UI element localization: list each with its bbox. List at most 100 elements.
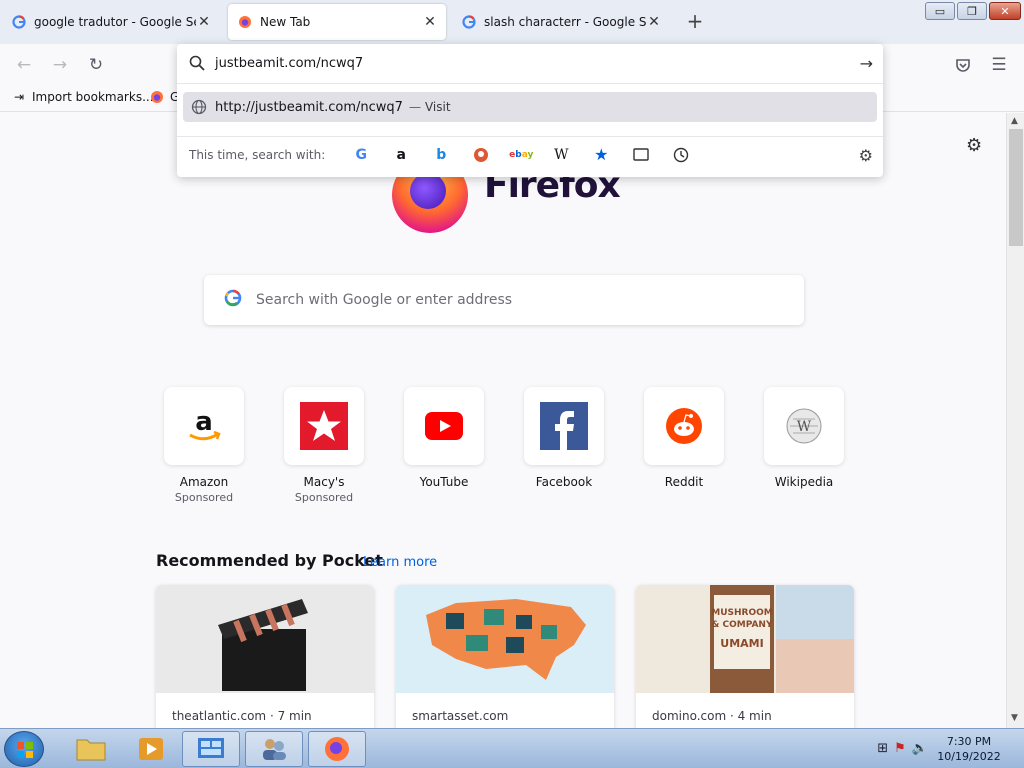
bing-icon[interactable]: b <box>421 142 461 168</box>
new-tab-page: ⚙ Firefox Search with Google or enter ad… <box>0 113 1006 728</box>
engines-label: This time, search with: <box>189 147 326 162</box>
story-source: smartasset.com <box>412 709 509 723</box>
google-g-icon <box>462 15 476 29</box>
reddit-logo-icon <box>644 387 724 465</box>
tab-title: slash characterr - Google Search <box>484 15 646 29</box>
volume-icon[interactable]: 🔈 <box>912 741 928 756</box>
windows-taskbar: ⊞ ⚑ 🔈 7:30 PM 10/19/2022 <box>0 728 1024 768</box>
go-arrow-icon[interactable]: → <box>860 54 873 73</box>
reload-icon[interactable]: ↻ <box>85 54 107 76</box>
history-icon[interactable] <box>661 142 701 168</box>
globe-icon <box>191 99 207 115</box>
close-tab-icon[interactable]: ✕ <box>196 14 212 30</box>
scrollbar-thumb[interactable] <box>1009 129 1023 246</box>
pocket-save-icon[interactable] <box>952 54 974 76</box>
tab-slash-characterr[interactable]: slash characterr - Google Search ✕ <box>452 4 670 40</box>
youtube-logo-icon <box>404 387 484 465</box>
top-site-amazon[interactable]: a Amazon Sponsored <box>164 387 244 504</box>
top-site-facebook[interactable]: Facebook <box>524 387 604 489</box>
import-bookmarks-label: Import bookmarks... <box>32 90 154 104</box>
users-icon[interactable] <box>245 731 303 767</box>
forward-arrow-icon[interactable]: → <box>49 54 71 76</box>
svg-text:MUSHROOM: MUSHROOM <box>711 608 773 618</box>
urlbar-result-visit[interactable]: http://justbeamit.com/ncwq7 — Visit <box>183 92 877 122</box>
clock-date: 10/19/2022 <box>937 750 1001 763</box>
import-bookmarks-item[interactable]: ⇥ Import bookmarks... <box>12 90 154 104</box>
network-icon[interactable]: ⊞ <box>877 741 888 756</box>
minimize-button[interactable]: ▭ <box>925 2 955 20</box>
clock-time: 7:30 PM <box>946 735 992 748</box>
newtab-search-box[interactable]: Search with Google or enter address <box>204 275 804 325</box>
menu-hamburger-icon[interactable]: ☰ <box>988 54 1010 76</box>
personalize-gear-icon[interactable]: ⚙ <box>966 135 982 156</box>
top-site-name: Amazon <box>179 475 229 489</box>
top-site-name: YouTube <box>419 475 469 489</box>
result-separator: — <box>408 100 421 114</box>
maximize-button[interactable]: ❐ <box>957 2 987 20</box>
story-source: theatlantic.com · 7 min <box>172 709 312 723</box>
top-site-youtube[interactable]: YouTube <box>404 387 484 489</box>
tab-new-tab[interactable]: New Tab ✕ <box>228 4 446 40</box>
wikipedia-icon[interactable]: W <box>541 142 581 168</box>
top-site-wikipedia[interactable]: W Wikipedia <box>764 387 844 489</box>
search-icon <box>189 55 205 71</box>
top-site-macys[interactable]: Macy's Sponsored <box>284 387 364 504</box>
svg-text:& COMPANY: & COMPANY <box>712 620 773 630</box>
new-tab-plus-icon[interactable]: + <box>684 9 706 33</box>
story-image-seasoning-jar: MUSHROOM & COMPANY UMAMI <box>636 585 854 693</box>
tab-title: google tradutor - Google Search <box>34 15 196 29</box>
google-g-icon <box>224 289 242 312</box>
import-icon: ⇥ <box>13 90 25 104</box>
one-off-search-engines: This time, search with: G a b ebay W ★ ⚙ <box>177 136 883 172</box>
duckduckgo-icon[interactable] <box>461 142 501 168</box>
scroll-up-arrow-icon[interactable]: ▲ <box>1011 116 1018 126</box>
search-settings-gear-icon[interactable]: ⚙ <box>859 146 873 165</box>
start-button[interactable] <box>4 731 44 767</box>
media-player-icon[interactable] <box>122 731 180 767</box>
window-close-button[interactable]: ✕ <box>989 2 1021 20</box>
tabs-icon[interactable] <box>621 142 661 168</box>
svg-text:a: a <box>195 408 213 437</box>
firefox-taskbar-icon[interactable] <box>308 731 366 767</box>
result-url: http://justbeamit.com/ncwq7 <box>215 99 403 115</box>
ebay-icon[interactable]: ebay <box>501 142 541 168</box>
pocket-story-card[interactable]: MUSHROOM & COMPANY UMAMI domino.com · 4 … <box>636 585 854 728</box>
address-bar[interactable]: justbeamit.com/ncwq7 → <box>177 44 883 84</box>
bookmark-item[interactable]: G <box>150 90 179 104</box>
close-tab-icon[interactable]: ✕ <box>422 14 438 30</box>
svg-text:W: W <box>797 419 812 435</box>
pocket-learn-more-link[interactable]: Learn more <box>363 555 437 570</box>
tab-google-tradutor[interactable]: google tradutor - Google Search ✕ <box>2 4 220 40</box>
top-sites: a Amazon Sponsored Macy's Sponsored YouT… <box>164 387 864 517</box>
story-image-clapperboard <box>156 585 374 693</box>
svg-text:UMAMI: UMAMI <box>720 637 763 650</box>
top-site-reddit[interactable]: Reddit <box>644 387 724 489</box>
firefox-icon <box>150 90 164 104</box>
google-icon[interactable]: G <box>341 142 381 168</box>
pocket-story-card[interactable]: theatlantic.com · 7 min <box>156 585 374 728</box>
scroll-down-arrow-icon[interactable]: ▼ <box>1011 713 1018 723</box>
facebook-logo-icon <box>524 387 604 465</box>
explorer-folder-icon[interactable] <box>62 731 120 767</box>
bookmarks-star-icon[interactable]: ★ <box>581 142 621 168</box>
google-g-icon <box>12 15 26 29</box>
action-center-flag-icon[interactable]: ⚑ <box>894 741 906 756</box>
top-site-name: Reddit <box>664 475 704 489</box>
back-arrow-icon[interactable]: ← <box>13 54 35 76</box>
pocket-story-card[interactable]: smartasset.com <box>396 585 614 728</box>
control-panel-icon[interactable] <box>182 731 240 767</box>
top-site-name: Macy's <box>303 475 345 489</box>
result-action: Visit <box>424 100 451 114</box>
address-bar-input[interactable]: justbeamit.com/ncwq7 <box>215 56 363 71</box>
wikipedia-globe-icon: W <box>764 387 844 465</box>
taskbar-clock[interactable]: 7:30 PM 10/19/2022 <box>930 734 1008 764</box>
vertical-scrollbar[interactable]: ▲ ▼ <box>1006 113 1024 728</box>
urlbar-dropdown: justbeamit.com/ncwq7 → http://justbeamit… <box>177 44 883 177</box>
top-site-name: Facebook <box>535 475 593 489</box>
system-tray: ⊞ ⚑ 🔈 <box>877 741 928 756</box>
top-site-name: Wikipedia <box>774 475 834 489</box>
amazon-icon[interactable]: a <box>381 142 421 168</box>
sponsored-label: Sponsored <box>174 491 234 504</box>
search-placeholder: Search with Google or enter address <box>256 292 513 308</box>
close-tab-icon[interactable]: ✕ <box>646 14 662 30</box>
